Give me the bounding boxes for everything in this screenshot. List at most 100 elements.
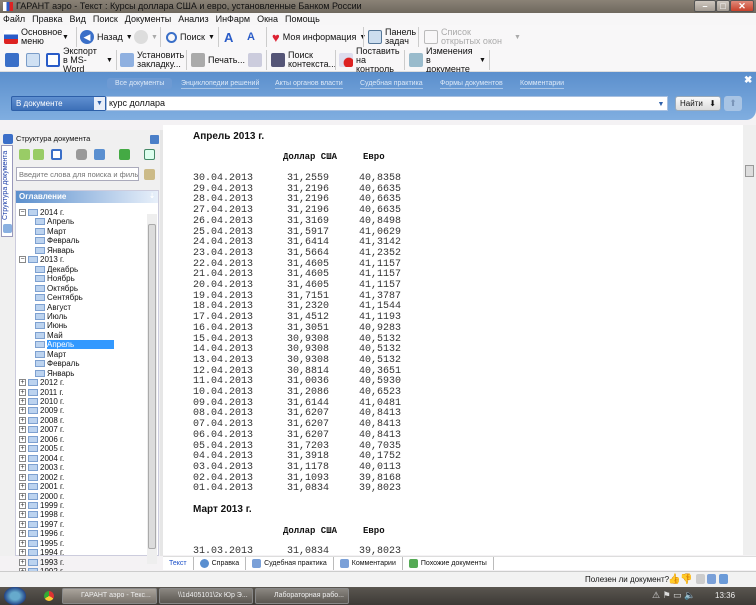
thumbs-down-icon[interactable]: 👎 bbox=[680, 572, 692, 587]
doc-add-icon[interactable] bbox=[719, 574, 728, 584]
expand-icon[interactable]: + bbox=[19, 464, 26, 472]
chrome-icon[interactable] bbox=[44, 591, 54, 601]
preview-button[interactable] bbox=[248, 50, 262, 70]
toc-item[interactable]: Февраль bbox=[35, 236, 80, 245]
collapse-icon[interactable]: − bbox=[19, 256, 26, 264]
toc-item[interactable]: +1995 г. bbox=[19, 539, 64, 548]
find-next-button[interactable]: Найти ⬇ bbox=[675, 96, 721, 111]
expand-icon[interactable]: + bbox=[19, 426, 26, 434]
font-increase-icon[interactable]: A bbox=[224, 27, 233, 47]
tab-court-practice[interactable]: Судебная практика bbox=[360, 80, 423, 89]
transfer-icon[interactable] bbox=[119, 149, 130, 160]
find-previous-button[interactable]: ⬆ bbox=[724, 96, 742, 111]
toc-item[interactable]: +2009 г. bbox=[19, 406, 64, 415]
close-button[interactable]: ✕ bbox=[730, 0, 754, 12]
toc-item[interactable]: +2000 г. bbox=[19, 492, 64, 501]
toc-item[interactable]: Ноябрь bbox=[35, 274, 75, 283]
document-scrollbar[interactable] bbox=[743, 125, 756, 555]
expand-icon[interactable]: + bbox=[19, 511, 26, 519]
export-icon[interactable] bbox=[144, 149, 155, 160]
tab-authority-acts[interactable]: Акты органов власти bbox=[275, 80, 343, 89]
main-menu-button[interactable]: Основное меню ▼ bbox=[4, 27, 72, 47]
toc-item[interactable]: − 2014 г. bbox=[19, 208, 64, 217]
tab-comments-bottom[interactable]: Комментарии bbox=[334, 557, 403, 570]
toc-item[interactable]: +2004 г. bbox=[19, 454, 64, 463]
expand-icon[interactable]: + bbox=[19, 520, 26, 528]
context-search-button[interactable]: Поиск контекста... bbox=[271, 50, 336, 70]
toc-item[interactable]: +2008 г. bbox=[19, 416, 64, 425]
toc-item[interactable]: +2011 г. bbox=[19, 388, 64, 397]
expand-icon[interactable]: + bbox=[19, 445, 26, 453]
toc-item[interactable]: Февраль bbox=[35, 359, 80, 368]
toc-item[interactable]: +2012 г. bbox=[19, 378, 64, 387]
toc-item[interactable]: Май bbox=[35, 331, 63, 340]
font-decrease-icon[interactable]: A bbox=[247, 27, 255, 47]
taskbar-item-folder[interactable]: \\1d405101\2к Юр Э... bbox=[159, 588, 253, 604]
expand-icon[interactable]: + bbox=[19, 483, 26, 491]
view-icon[interactable] bbox=[51, 149, 62, 160]
close-search-icon[interactable]: ✖ bbox=[744, 75, 752, 86]
maximize-button[interactable]: □ bbox=[716, 0, 730, 12]
search-scope-select[interactable]: В документе ▼ bbox=[11, 96, 106, 111]
toc-item[interactable]: +1996 г. bbox=[19, 529, 64, 538]
toc-item[interactable]: +1997 г. bbox=[19, 520, 64, 529]
toc-item[interactable]: +2006 г. bbox=[19, 435, 64, 444]
expand-icon[interactable]: + bbox=[19, 473, 26, 481]
tab-court-practice-bottom[interactable]: Судебная практика bbox=[246, 557, 334, 570]
save-button[interactable] bbox=[5, 50, 19, 70]
thumbs-up-icon[interactable]: 👍 bbox=[668, 572, 680, 587]
tab-similar-documents[interactable]: Похожие документы bbox=[403, 557, 494, 570]
expand-icon[interactable]: + bbox=[19, 530, 26, 538]
chevron-down-icon[interactable]: ▼ bbox=[656, 98, 666, 109]
toc-item[interactable]: − 2013 г. bbox=[19, 255, 64, 264]
toc-item[interactable]: +2010 г. bbox=[19, 397, 64, 406]
forward-button[interactable]: ▼ bbox=[134, 27, 158, 47]
toc-item[interactable]: +1994 г. bbox=[19, 548, 64, 557]
menu-edit[interactable]: Правка bbox=[32, 14, 62, 24]
expand-icon[interactable]: + bbox=[19, 558, 26, 566]
bookmark-button[interactable]: Установить закладку... bbox=[120, 50, 184, 70]
expand-all-icon[interactable] bbox=[19, 149, 30, 160]
toc-item[interactable]: Апрель bbox=[35, 217, 74, 226]
start-button[interactable] bbox=[4, 587, 26, 605]
expand-icon[interactable]: + bbox=[19, 398, 26, 405]
toc-item[interactable]: Март bbox=[35, 350, 66, 359]
expand-icon[interactable]: + bbox=[19, 388, 26, 396]
my-info-button[interactable]: ♥Моя информация▼ bbox=[272, 27, 366, 47]
task-panel-button[interactable]: Панель задач bbox=[368, 27, 416, 47]
menu-analysis[interactable]: Анализ bbox=[178, 14, 208, 24]
filter-icon[interactable] bbox=[144, 169, 155, 180]
expand-icon[interactable]: + bbox=[19, 549, 26, 557]
toc-item[interactable]: Июль bbox=[35, 312, 67, 321]
toc-item[interactable]: Август bbox=[35, 303, 71, 312]
expand-icon[interactable]: + bbox=[19, 435, 26, 443]
structure-filter-input[interactable] bbox=[16, 167, 139, 181]
expand-icon[interactable]: + bbox=[19, 492, 26, 500]
toc-scrollbar[interactable] bbox=[147, 214, 157, 564]
panel-pin-icon[interactable] bbox=[150, 135, 159, 144]
print-button[interactable]: Печать... bbox=[191, 50, 245, 70]
printer-icon[interactable] bbox=[76, 149, 87, 160]
expand-icon[interactable]: + bbox=[19, 416, 26, 424]
menu-search[interactable]: Поиск bbox=[93, 14, 118, 24]
tab-all-documents[interactable]: Все документы bbox=[107, 78, 173, 89]
toc-item[interactable]: +1993 г. bbox=[19, 558, 64, 567]
tray-icons[interactable]: ⚠ ⚑ ▭ 🔈 bbox=[652, 590, 695, 601]
open-windows-button[interactable]: Список открытых окон ▼ bbox=[424, 27, 521, 47]
toc-item[interactable]: Январь bbox=[35, 369, 74, 378]
doc-icon[interactable] bbox=[696, 574, 705, 584]
structure-vertical-tab[interactable]: Структура документа bbox=[1, 145, 13, 237]
doc-icon[interactable] bbox=[707, 574, 716, 584]
toc-item[interactable]: +2005 г. bbox=[19, 444, 64, 453]
tab-reference[interactable]: Справка bbox=[194, 557, 247, 570]
sync-icon[interactable] bbox=[94, 149, 105, 160]
toc-item[interactable]: Октябрь bbox=[35, 284, 78, 293]
put-on-control-button[interactable]: Поставить на контроль bbox=[339, 46, 400, 73]
menu-infarm[interactable]: ИнФарм bbox=[216, 14, 250, 24]
back-button[interactable]: ◀ Назад ▼ bbox=[80, 27, 133, 47]
menu-help[interactable]: Помощь bbox=[285, 14, 320, 24]
toc-item[interactable]: +2002 г. bbox=[19, 473, 64, 482]
expand-icon[interactable]: + bbox=[19, 407, 26, 415]
document-changes-button[interactable]: Изменения в документе ▼ bbox=[409, 46, 486, 73]
collapse-icon[interactable]: − bbox=[19, 209, 26, 216]
